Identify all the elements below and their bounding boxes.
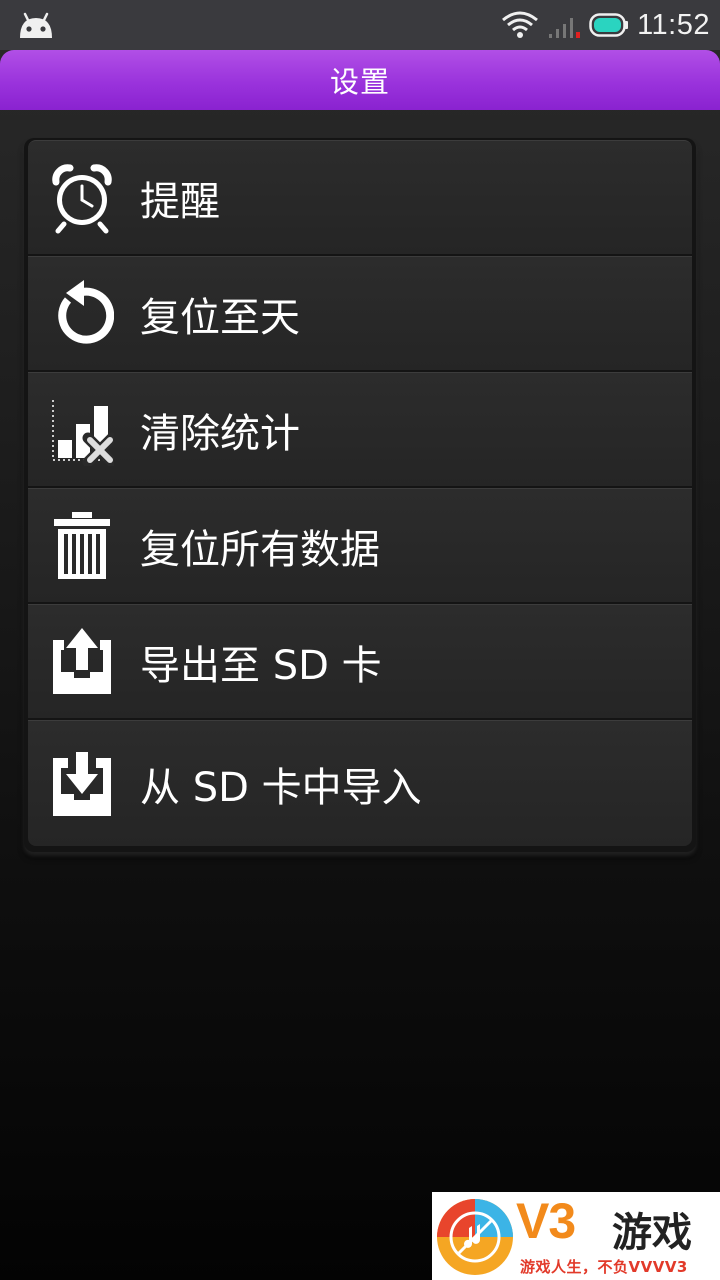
settings-menu: 提醒 复位至天 清除统计 复位所有数据 导出至 SD 卡 从 SD 卡中导入 [24, 138, 696, 852]
export-upload-icon [53, 627, 111, 694]
watermark-banner: V3 游戏 游戏人生，不负VVVV3 [432, 1192, 720, 1280]
watermark-brand: V3 [516, 1193, 576, 1249]
menu-item-label: 提醒 [140, 178, 220, 225]
music-logo-icon [437, 1199, 513, 1275]
chart-clear-icon [52, 399, 114, 466]
wifi-icon [502, 11, 539, 38]
menu-item-label: 复位所有数据 [140, 526, 380, 573]
trash-icon [54, 511, 110, 579]
title-bar: 设置 [0, 50, 720, 110]
signal-icon [549, 18, 581, 38]
android-icon [20, 12, 52, 38]
menu-item-reset-day[interactable]: 复位至天 [28, 256, 692, 370]
status-icons: 11:52 [501, 0, 710, 50]
menu-item-reset-all[interactable]: 复位所有数据 [28, 488, 692, 602]
page-title: 设置 [329, 65, 390, 99]
alarm-clock-icon [52, 163, 112, 233]
menu-item-export-sd[interactable]: 导出至 SD 卡 [28, 604, 692, 718]
import-download-icon [53, 751, 111, 816]
menu-item-clear-stats[interactable]: 清除统计 [28, 372, 692, 486]
settings-screen: 11:52 设置 提醒 复位至天 清除统计 复位所有数据 导出至 SD 卡 从 … [0, 0, 720, 1280]
status-bar: 11:52 [0, 0, 720, 50]
menu-item-reminder[interactable]: 提醒 [28, 140, 692, 254]
menu-item-label: 复位至天 [140, 294, 300, 341]
watermark-name: 游戏 [612, 1210, 692, 1256]
watermark-slogan: 游戏人生，不负VVVV3 [520, 1258, 688, 1276]
battery-icon [589, 13, 629, 37]
menu-item-label: 从 SD 卡中导入 [140, 764, 422, 811]
menu-item-label: 清除统计 [140, 410, 300, 457]
status-time: 11:52 [637, 8, 710, 41]
menu-item-import-sd[interactable]: 从 SD 卡中导入 [28, 720, 692, 846]
menu-item-label: 导出至 SD 卡 [140, 642, 382, 689]
reset-arrow-icon [58, 279, 114, 344]
